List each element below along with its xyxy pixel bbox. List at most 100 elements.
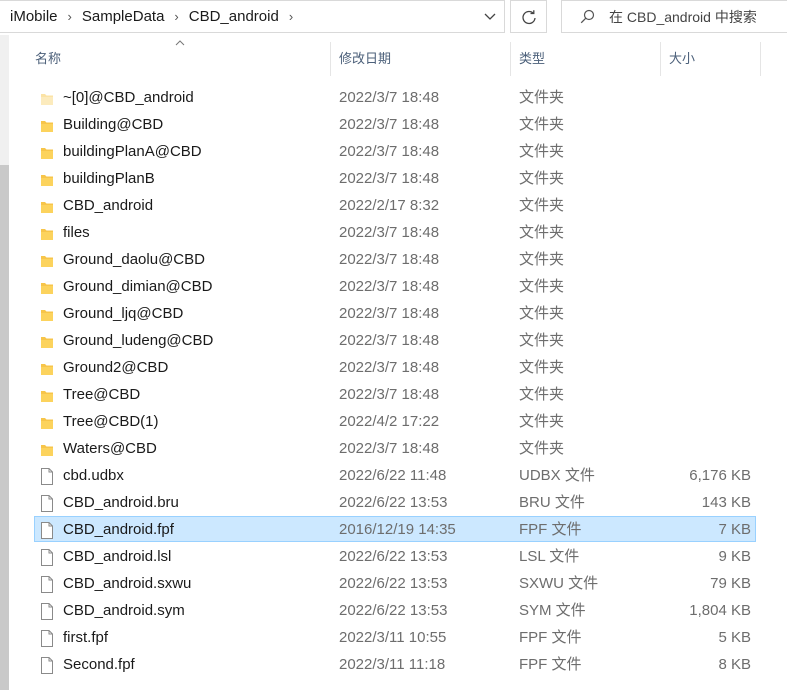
folder-icon: [40, 441, 54, 457]
folder-icon: [40, 387, 54, 403]
search-input[interactable]: [609, 8, 779, 25]
folder-row[interactable]: Ground2@CBD 2022/3/7 18:48 文件夹: [34, 354, 756, 380]
folder-row[interactable]: Ground_dimian@CBD 2022/3/7 18:48 文件夹: [34, 273, 756, 299]
file-name: first.fpf: [63, 629, 109, 646]
file-modified-date: 2022/4/2 17:22: [339, 413, 440, 430]
address-bar[interactable]: iMobile › SampleData › CBD_android ›: [0, 0, 505, 33]
file-name: Second.fpf: [63, 656, 135, 673]
file-icon: [40, 549, 54, 566]
folder-icon: [40, 117, 54, 133]
file-name: files: [63, 224, 90, 241]
file-icon: [40, 576, 54, 593]
file-type: 文件夹: [519, 224, 565, 241]
file-type: LSL 文件: [519, 548, 580, 565]
file-name: Ground_ludeng@CBD: [63, 332, 214, 349]
breadcrumb-separator[interactable]: ›: [164, 9, 178, 24]
file-icon: [40, 468, 54, 485]
file-row[interactable]: CBD_android.bru 2022/6/22 13:53 BRU 文件 143 …: [34, 489, 756, 515]
breadcrumb-separator[interactable]: ›: [279, 9, 293, 24]
folder-row[interactable]: buildingPlanA@CBD 2022/3/7 18:48 文件夹: [34, 138, 756, 164]
file-modified-date: 2022/3/7 18:48: [339, 116, 440, 133]
file-name: CBD_android: [63, 197, 154, 214]
column-header-date[interactable]: 修改日期: [331, 42, 511, 76]
folder-icon: [40, 144, 54, 160]
folder-row[interactable]: Ground_ludeng@CBD 2022/3/7 18:48 文件夹: [34, 327, 756, 353]
file-size: 8 KB: [718, 656, 751, 673]
file-size: 9 KB: [718, 548, 751, 565]
file-type: 文件夹: [519, 143, 565, 160]
file-type: 文件夹: [519, 89, 565, 106]
file-size: 79 KB: [710, 575, 751, 592]
file-type: FPF 文件: [519, 629, 582, 646]
file-row[interactable]: CBD_android.lsl 2022/6/22 13:53 LSL 文件 9 KB: [34, 543, 756, 569]
file-modified-date: 2022/2/17 8:32: [339, 197, 440, 214]
folder-row[interactable]: Ground_daolu@CBD 2022/3/7 18:48 文件夹: [34, 246, 756, 272]
file-modified-date: 2022/3/7 18:48: [339, 440, 440, 457]
file-modified-date: 2022/3/7 18:48: [339, 332, 440, 349]
file-row[interactable]: Second.fpf 2022/3/11 11:18 FPF 文件 8 KB: [34, 651, 756, 677]
folder-row[interactable]: Tree@CBD 2022/3/7 18:48 文件夹: [34, 381, 756, 407]
breadcrumb-sampledata[interactable]: SampleData: [72, 8, 165, 25]
scrollbar-thumb[interactable]: [0, 165, 9, 690]
file-type: UDBX 文件: [519, 467, 595, 484]
folder-row[interactable]: Ground_ljq@CBD 2022/3/7 18:48 文件夹: [34, 300, 756, 326]
file-modified-date: 2022/3/7 18:48: [339, 224, 440, 241]
file-icon: [40, 522, 54, 539]
folder-row[interactable]: ~[0]@CBD_android 2022/3/7 18:48 文件夹: [34, 84, 756, 110]
folder-icon: [40, 90, 54, 106]
file-modified-date: 2022/3/7 18:48: [339, 305, 440, 322]
file-name: Tree@CBD: [63, 386, 141, 403]
file-modified-date: 2022/3/7 18:48: [339, 143, 440, 160]
file-row[interactable]: cbd.udbx 2022/6/22 11:48 UDBX 文件 6,176 KB: [34, 462, 756, 488]
refresh-button[interactable]: [510, 0, 547, 33]
folder-row[interactable]: buildingPlanB 2022/3/7 18:48 文件夹: [34, 165, 756, 191]
file-name: CBD_android.fpf: [63, 521, 174, 538]
file-type: 文件夹: [519, 440, 565, 457]
folder-icon: [40, 333, 54, 349]
file-modified-date: 2022/3/7 18:48: [339, 89, 440, 106]
search-box[interactable]: [561, 0, 787, 33]
file-size: 5 KB: [718, 629, 751, 646]
file-modified-date: 2022/3/11 10:55: [339, 629, 447, 646]
folder-icon: [40, 414, 54, 430]
folder-row[interactable]: files 2022/3/7 18:48 文件夹: [34, 219, 756, 245]
file-name: Tree@CBD(1): [63, 413, 159, 430]
folder-icon: [40, 306, 54, 322]
breadcrumb-cbd-android[interactable]: CBD_android: [179, 8, 279, 25]
file-name: CBD_android.sxwu: [63, 575, 192, 592]
file-name: Building@CBD: [63, 116, 164, 133]
folder-icon: [40, 360, 54, 376]
breadcrumb-imobile[interactable]: iMobile: [0, 8, 58, 25]
file-row[interactable]: CBD_android.sym 2022/6/22 13:53 SYM 文件 1,80…: [34, 597, 756, 623]
file-type: SYM 文件: [519, 602, 586, 619]
folder-row[interactable]: Tree@CBD(1) 2022/4/2 17:22 文件夹: [34, 408, 756, 434]
file-row[interactable]: first.fpf 2022/3/11 10:55 FPF 文件 5 KB: [34, 624, 756, 650]
file-size: 1,804 KB: [689, 602, 751, 619]
file-modified-date: 2022/3/11 11:18: [339, 656, 446, 673]
column-header-name[interactable]: 名称: [27, 42, 331, 76]
file-size: 143 KB: [701, 494, 751, 511]
file-icon: [40, 603, 54, 620]
folder-row[interactable]: Waters@CBD 2022/3/7 18:48 文件夹: [34, 435, 756, 461]
file-name: cbd.udbx: [63, 467, 124, 484]
breadcrumb-separator[interactable]: ›: [58, 9, 72, 24]
column-header-type[interactable]: 类型: [511, 42, 661, 76]
folder-icon: [40, 252, 54, 268]
search-icon: [580, 9, 595, 24]
navigation-pane-scrollbar[interactable]: [0, 35, 9, 690]
address-bar-region: iMobile › SampleData › CBD_android ›: [0, 0, 787, 35]
file-type: 文件夹: [519, 116, 565, 133]
column-header-size[interactable]: 大小: [661, 42, 761, 76]
file-row[interactable]: CBD_android.fpf 2016/12/19 14:35 FPF 文件 7 K…: [34, 516, 756, 542]
refresh-icon: [521, 9, 536, 24]
folder-icon: [40, 225, 54, 241]
file-icon: [40, 495, 54, 512]
folder-row[interactable]: Building@CBD 2022/3/7 18:48 文件夹: [34, 111, 756, 137]
file-row[interactable]: CBD_android.sxwu 2022/6/22 13:53 SXWU 文件 79…: [34, 570, 756, 596]
file-modified-date: 2022/3/7 18:48: [339, 359, 440, 376]
file-modified-date: 2022/6/22 13:53: [339, 602, 448, 619]
folder-row[interactable]: CBD_android 2022/2/17 8:32 文件夹: [34, 192, 756, 218]
address-history-dropdown[interactable]: [475, 0, 505, 33]
file-type: BRU 文件: [519, 494, 585, 511]
file-type: 文件夹: [519, 278, 565, 295]
